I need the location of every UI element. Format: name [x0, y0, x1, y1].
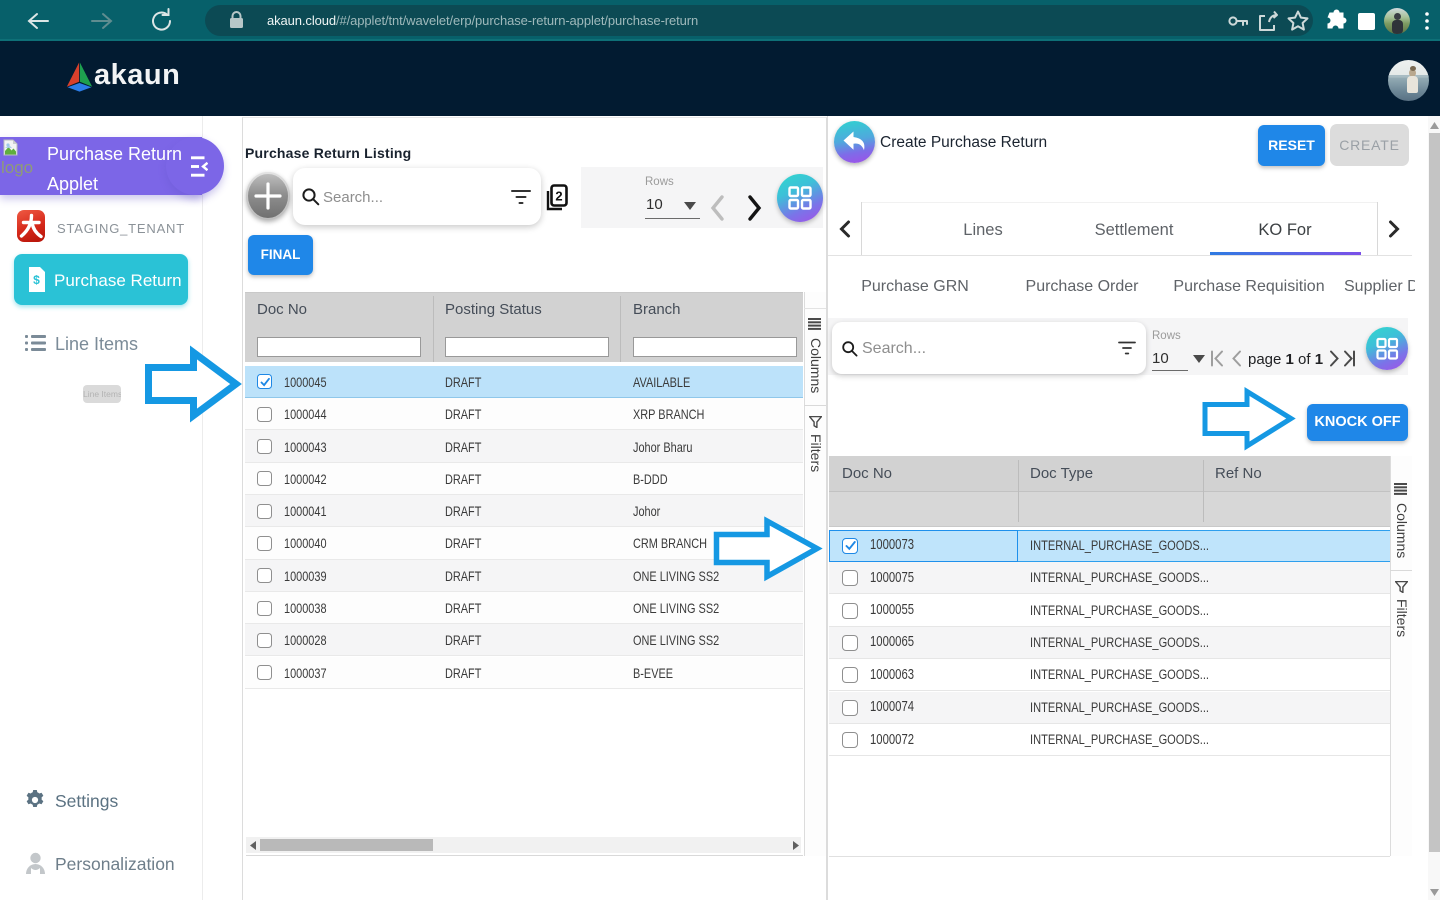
svg-text:$: $: [33, 273, 40, 287]
svg-text:2: 2: [555, 189, 562, 204]
